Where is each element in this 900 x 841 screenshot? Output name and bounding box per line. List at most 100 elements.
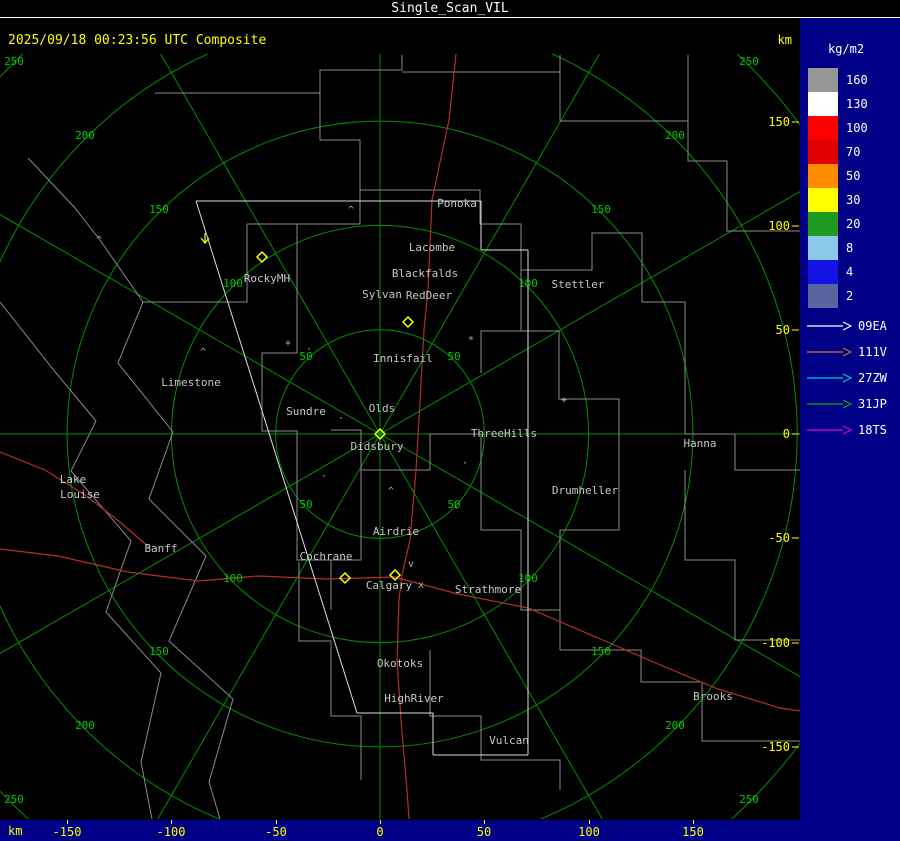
ring-distance-label: 250 bbox=[739, 793, 759, 806]
city-label-olds: Olds bbox=[369, 402, 396, 415]
scale-entry: 70 bbox=[808, 140, 868, 164]
scale-swatch bbox=[808, 164, 838, 188]
radar-id-label: 31JP bbox=[858, 397, 887, 411]
town-marker: ^ bbox=[388, 486, 394, 497]
y-axis-tick-label: 50 bbox=[776, 323, 790, 337]
x-axis-tick bbox=[276, 820, 277, 824]
scale-entry: 100 bbox=[808, 116, 868, 140]
city-label-sundre: Sundre bbox=[286, 405, 326, 418]
scale-value-label: 130 bbox=[846, 97, 868, 111]
radar-id-label: 18TS bbox=[858, 423, 887, 437]
ring-distance-label: 200 bbox=[75, 719, 95, 732]
town-marker: ^ bbox=[200, 347, 206, 358]
ring-distance-label: 100 bbox=[223, 277, 243, 290]
town-marker: · bbox=[453, 503, 459, 514]
ring-distance-label: 200 bbox=[665, 129, 685, 142]
city-label-highriver: HighRiver bbox=[384, 692, 444, 705]
radar-id-label: 09EA bbox=[858, 319, 887, 333]
town-marker: x bbox=[418, 580, 424, 591]
color-scale-list: 160 130 100 70 50 30 20 8 4 2 bbox=[808, 68, 868, 308]
city-label-reddeer: RedDeer bbox=[406, 289, 453, 302]
y-axis-tick-label: -100 bbox=[761, 636, 790, 650]
scale-swatch bbox=[808, 92, 838, 116]
town-marker: + bbox=[561, 395, 567, 406]
x-axis-tick bbox=[67, 820, 68, 824]
y-axis-tick-label: 150 bbox=[768, 115, 790, 129]
scale-entry: 20 bbox=[808, 212, 868, 236]
ring-distance-label: 100 bbox=[518, 277, 538, 290]
town-marker: * bbox=[468, 335, 474, 346]
radar-legend-entry: 31JP bbox=[806, 391, 887, 417]
x-axis-tick-label: 100 bbox=[578, 825, 600, 839]
city-label-innisfail: Innisfail bbox=[373, 352, 433, 365]
city-label-okotoks: Okotoks bbox=[377, 657, 423, 670]
scale-entry: 160 bbox=[808, 68, 868, 92]
town-marker: · bbox=[462, 458, 468, 469]
x-axis-tick-label: -100 bbox=[156, 825, 186, 839]
town-marker: · bbox=[306, 344, 312, 355]
x-axis-tick bbox=[589, 820, 590, 824]
scale-value-label: 100 bbox=[846, 121, 868, 135]
x-axis-tick-label: 50 bbox=[476, 825, 492, 839]
city-label-banff: Banff bbox=[144, 542, 177, 555]
city-label-sylvan: Sylvan bbox=[362, 288, 402, 301]
town-markers: ^ ^ + * · + · · ^ · vx ^ · bbox=[96, 205, 567, 591]
radar-arrow-icon bbox=[807, 399, 852, 409]
city-label-calgary: Calgary bbox=[366, 579, 413, 592]
bottom-axis-bar: km -150 -100 -50 0 50 100 150 bbox=[0, 820, 900, 841]
city-label-stettler: Stettler bbox=[552, 278, 605, 291]
scale-entry: 2 bbox=[808, 284, 868, 308]
ring-distance-label: 250 bbox=[4, 793, 24, 806]
city-label-threehills: ThreeHills bbox=[471, 427, 537, 440]
city-label-rockymh: RockyMH bbox=[244, 272, 290, 285]
radar-map-canvas[interactable]: 50 50 50 50 100 100 100 100 150 150 150 150 200 200 20… bbox=[0, 0, 800, 841]
ring-distance-label: 150 bbox=[591, 645, 611, 658]
scale-value-label: 50 bbox=[846, 169, 861, 183]
city-label-louise: Louise bbox=[60, 488, 100, 501]
x-axis-tick bbox=[380, 820, 381, 824]
color-scale-sidebar: kg/m2 160 130 100 70 50 30 20 8 4 2 09EA 111V 27ZW 3… bbox=[800, 18, 900, 841]
scale-swatch bbox=[808, 68, 838, 92]
ring-distance-label: 50 bbox=[299, 498, 312, 511]
city-label-didsbury: Didsbury bbox=[351, 440, 404, 453]
radar-arrow-legend: 09EA 111V 27ZW 31JP 18TS bbox=[806, 313, 887, 443]
x-axis-tick bbox=[171, 820, 172, 824]
ring-distance-label: 100 bbox=[223, 572, 243, 585]
radar-legend-entry: 18TS bbox=[806, 417, 887, 443]
scale-value-label: 2 bbox=[846, 289, 854, 303]
town-marker: ^ bbox=[96, 235, 102, 246]
radar-arrow-icon bbox=[807, 373, 852, 383]
scale-value-label: 160 bbox=[846, 73, 868, 87]
city-label-ponoka: Ponoka bbox=[437, 197, 477, 210]
y-axis-tick-label: -50 bbox=[768, 531, 790, 545]
town-marker: · bbox=[321, 471, 327, 482]
ring-distance-label: 150 bbox=[149, 203, 169, 216]
radar-site-diamond-icon bbox=[401, 315, 415, 329]
town-marker: v bbox=[408, 559, 414, 570]
radar-id-label: 27ZW bbox=[858, 371, 887, 385]
radar-legend-entry: 27ZW bbox=[806, 365, 887, 391]
radar-id-label: 111V bbox=[858, 345, 887, 359]
radar-arrow-icon bbox=[807, 347, 852, 357]
x-axis-tick-label: 0 bbox=[376, 825, 384, 839]
scale-swatch bbox=[808, 140, 838, 164]
ring-distance-label: 200 bbox=[75, 129, 95, 142]
ring-distance-label: 50 bbox=[447, 350, 460, 363]
x-axis-tick-label: 150 bbox=[682, 825, 704, 839]
y-axis-tick-label: 100 bbox=[768, 219, 790, 233]
scale-value-label: 30 bbox=[846, 193, 861, 207]
ring-distance-label: 200 bbox=[665, 719, 685, 732]
radar-legend-entry: 09EA bbox=[806, 313, 887, 339]
city-label-airdrie: Airdrie bbox=[373, 525, 419, 538]
scale-value-label: 20 bbox=[846, 217, 861, 231]
city-label-hanna: Hanna bbox=[683, 437, 716, 450]
scale-swatch bbox=[808, 260, 838, 284]
scale-unit-label: kg/m2 bbox=[828, 42, 865, 56]
scale-swatch bbox=[808, 236, 838, 260]
scale-entry: 8 bbox=[808, 236, 868, 260]
ring-distance-label: 150 bbox=[149, 645, 169, 658]
town-marker: ^ bbox=[348, 205, 354, 216]
x-axis-unit-label: km bbox=[8, 824, 23, 838]
scale-value-label: 8 bbox=[846, 241, 854, 255]
city-label-strathmore: Strathmore bbox=[455, 583, 521, 596]
